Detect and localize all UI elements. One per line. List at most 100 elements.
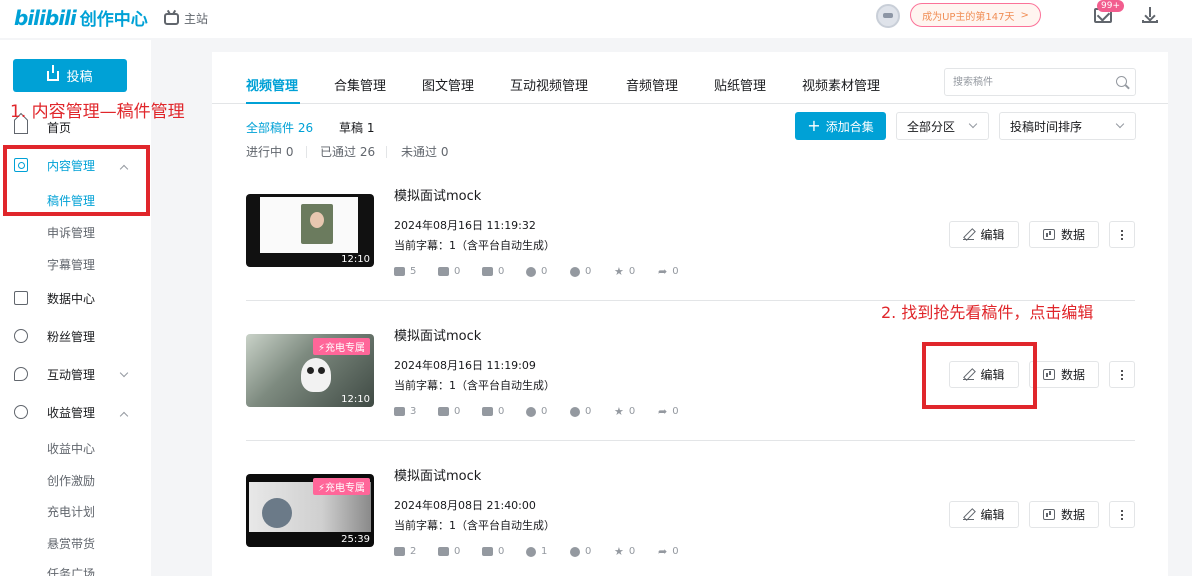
edit-button[interactable]: 编辑 <box>949 221 1019 248</box>
tab-video[interactable]: 视频管理 <box>246 75 298 94</box>
data-button[interactable]: 数据 <box>1029 221 1099 248</box>
row-divider <box>246 440 1135 441</box>
sidebar-item-label: 收益管理 <box>47 405 96 420</box>
video-title[interactable]: 模拟面试mock <box>394 185 481 204</box>
pen-icon <box>963 229 975 240</box>
filter-in-progress[interactable]: 进行中 0 <box>246 143 293 160</box>
sidebar-item-home[interactable]: 首页 <box>0 120 151 135</box>
edit-label: 编辑 <box>980 508 1005 522</box>
stat-coin: 0 <box>570 266 614 277</box>
video-subtitle-info: 当前字幕：1（含平台自动生成） <box>394 239 555 252</box>
stat-like: 0 <box>438 266 482 277</box>
top-bar: bilibili 创作中心 主站 成为UP主的第147天 > 99+ <box>0 0 1192 38</box>
stat-share: ➦ 0 <box>658 405 679 418</box>
tab-interactive-video[interactable]: 互动视频管理 <box>510 75 588 94</box>
video-date: 2024年08月08日 21:40:00 <box>394 499 536 512</box>
more-button[interactable] <box>1109 221 1135 248</box>
share-icon: ➦ <box>658 265 668 278</box>
video-thumbnail[interactable]: ⚡充电专属 12:10 <box>246 334 374 407</box>
chart-icon <box>1042 369 1055 380</box>
tab-article[interactable]: 图文管理 <box>422 75 474 94</box>
sidebar-item-incentive[interactable]: 创作激励 <box>47 472 95 489</box>
divider <box>306 146 307 158</box>
danmaku-icon <box>482 407 493 416</box>
stat-danmaku: 0 <box>482 406 526 417</box>
annotation-step2: 2. 找到抢先看稿件，点击编辑 <box>881 303 1094 322</box>
sidebar-item-income[interactable]: 收益管理 <box>0 405 151 421</box>
sort-select[interactable]: 投稿时间排序 <box>999 112 1136 140</box>
add-collection-button[interactable]: + 添加合集 <box>795 112 886 140</box>
sidebar-item-fans[interactable]: 粉丝管理 <box>0 329 151 344</box>
coin-icon <box>570 266 580 277</box>
video-duration: 25:39 <box>341 534 370 545</box>
search-box[interactable] <box>944 68 1136 96</box>
play-icon <box>394 547 405 556</box>
data-button[interactable]: 数据 <box>1029 361 1099 388</box>
search-icon[interactable] <box>1116 76 1127 87</box>
more-button[interactable] <box>1109 501 1135 528</box>
stat-favorite: ★ 0 <box>614 405 636 418</box>
sidebar-item-appeal[interactable]: 申诉管理 <box>47 224 95 241</box>
sidebar-item-reward-goods[interactable]: 悬赏带货 <box>47 535 95 552</box>
stat-play: 3 <box>394 406 438 417</box>
like-icon <box>438 547 449 556</box>
stat-danmaku: 0 <box>482 546 526 557</box>
filter-failed[interactable]: 未通过 0 <box>401 143 448 160</box>
sidebar-item-charge-plan[interactable]: 充电计划 <box>47 503 95 520</box>
play-icon <box>394 267 405 276</box>
video-thumbnail[interactable]: 12:10 <box>246 194 374 267</box>
filter-all[interactable]: 全部稿件 26 <box>246 119 313 136</box>
share-icon: ➦ <box>658 545 668 558</box>
home-link[interactable]: 主站 <box>164 10 208 27</box>
sort-select-value: 投稿时间排序 <box>1010 119 1083 134</box>
logo[interactable]: bilibili 创作中心 <box>14 5 148 31</box>
video-title[interactable]: 模拟面试mock <box>394 465 481 484</box>
edit-button[interactable]: 编辑 <box>949 501 1019 528</box>
star-icon: ★ <box>614 405 624 418</box>
chevron-down-icon <box>119 368 129 378</box>
upload-label: 投稿 <box>66 70 93 85</box>
add-collection-label: 添加合集 <box>825 119 874 134</box>
comment-icon <box>526 406 536 417</box>
more-vertical-icon <box>1121 509 1123 520</box>
filter-passed[interactable]: 已通过 26 <box>320 143 375 160</box>
up-days-badge[interactable]: 成为UP主的第147天 > <box>910 3 1041 27</box>
video-title[interactable]: 模拟面试mock <box>394 325 481 344</box>
active-tab-indicator <box>246 102 300 104</box>
charge-exclusive-tag: ⚡充电专属 <box>312 478 370 495</box>
logo-bilibili: bilibili <box>14 5 77 30</box>
download-icon[interactable] <box>1141 6 1159 24</box>
pen-icon <box>963 509 975 520</box>
video-stats: 3 0 0 0 0 ★ 0 ➦ 0 <box>394 406 702 417</box>
chart-icon <box>1042 509 1055 520</box>
like-icon <box>438 407 449 416</box>
chat-icon <box>14 367 28 381</box>
sidebar-item-data-center[interactable]: 数据中心 <box>0 291 151 306</box>
data-label: 数据 <box>1060 368 1085 382</box>
logo-title: 创作中心 <box>79 10 148 30</box>
avatar[interactable] <box>876 4 900 28</box>
upload-button[interactable]: 投稿 <box>13 59 127 92</box>
sidebar-item-interact[interactable]: 互动管理 <box>0 367 151 382</box>
tab-audio[interactable]: 音频管理 <box>626 75 678 94</box>
data-button[interactable]: 数据 <box>1029 501 1099 528</box>
message-badge: 99+ <box>1097 0 1124 12</box>
stat-like: 0 <box>438 406 482 417</box>
stat-favorite: ★ 0 <box>614 265 636 278</box>
search-input[interactable] <box>945 69 1095 95</box>
tab-video-material[interactable]: 视频素材管理 <box>802 75 880 94</box>
tab-collection[interactable]: 合集管理 <box>334 75 386 94</box>
star-icon: ★ <box>614 545 624 558</box>
sidebar-item-income-center[interactable]: 收益中心 <box>47 440 95 457</box>
video-thumbnail[interactable]: ⚡充电专属 25:39 <box>246 474 374 547</box>
stat-share: ➦ 0 <box>658 545 679 558</box>
zone-select[interactable]: 全部分区 <box>896 112 989 140</box>
sidebar-item-task-square[interactable]: 任务广场 <box>47 565 95 576</box>
tab-sticker[interactable]: 贴纸管理 <box>714 75 766 94</box>
filter-draft[interactable]: 草稿 1 <box>339 119 374 136</box>
sidebar-item-subtitle[interactable]: 字幕管理 <box>47 256 95 273</box>
more-button[interactable] <box>1109 361 1135 388</box>
more-vertical-icon <box>1121 229 1123 240</box>
coin-icon <box>570 406 580 417</box>
video-duration: 12:10 <box>341 394 370 405</box>
